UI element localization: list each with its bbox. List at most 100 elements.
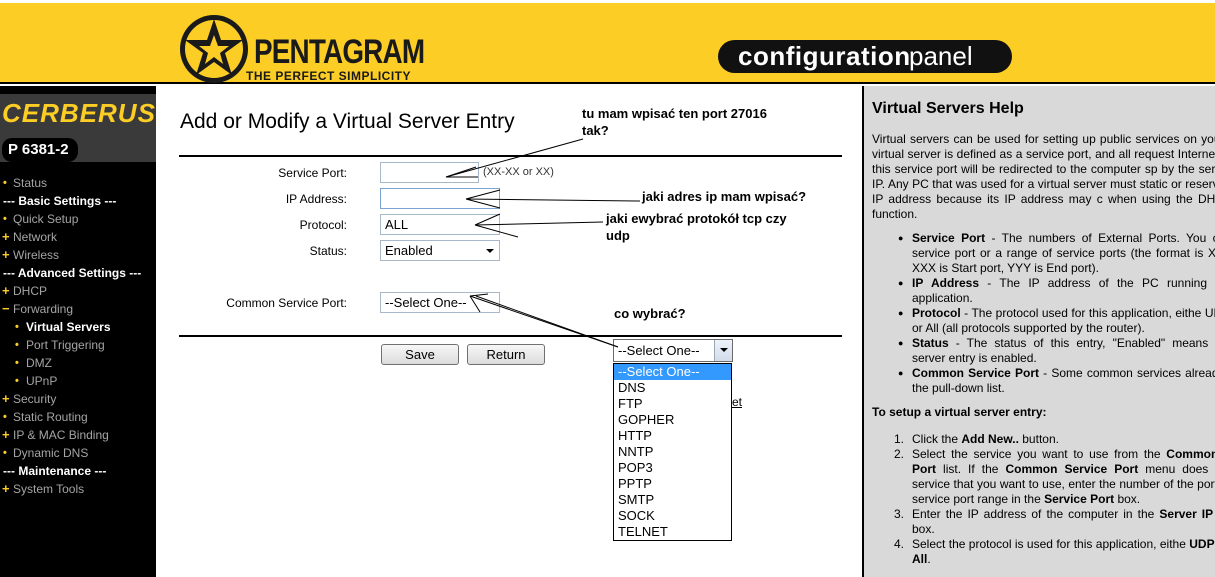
help-step-text: Select the service you want to use from … xyxy=(912,447,1215,506)
collapse-minus-icon: − xyxy=(2,301,10,316)
annotation-1: tu mam wpisać ten port 27016 tak? xyxy=(582,105,767,139)
expand-plus-icon: + xyxy=(2,481,10,496)
help-bullet: IP Address - The IP address of the PC ru… xyxy=(872,276,1215,306)
sidebar-item-network[interactable]: + Network xyxy=(0,228,156,246)
dropdown-option[interactable]: FTP xyxy=(614,396,731,412)
annotation-3-line2: udp xyxy=(606,228,630,243)
brand-name: PENTAGRAM xyxy=(254,33,425,71)
dropdown-option[interactable]: TELNET xyxy=(614,524,731,540)
save-button[interactable]: Save xyxy=(381,344,459,365)
annotation-4: co wybrać? xyxy=(614,306,686,321)
help-setup-title: To setup a virtual server entry: xyxy=(872,405,1215,420)
bullet-icon: • xyxy=(15,375,19,387)
dropdown-option[interactable]: HTTP xyxy=(614,428,731,444)
chevron-down-icon xyxy=(486,249,494,253)
service-dropdown-list: --Select One-- DNS FTP GOPHER HTTP NNTP POP3 PP… xyxy=(613,363,732,541)
protocol-select[interactable]: ALL xyxy=(380,214,500,235)
sidebar-menu: • Status --- Basic Settings --- • Quick Setu… xyxy=(0,174,156,498)
configuration-panel-badge: configuration panel xyxy=(718,40,1012,73)
divider-top xyxy=(179,155,842,157)
sidebar-item-ip-mac-binding[interactable]: + IP & MAC Binding xyxy=(0,426,156,444)
protocol-select-value: ALL xyxy=(385,217,409,232)
help-bullet-term: Service Port xyxy=(912,231,986,245)
dropdown-option[interactable]: GOPHER xyxy=(614,412,731,428)
device-brand-box: CERBERUS P 6381-2 xyxy=(0,94,156,162)
bullet-icon: • xyxy=(15,321,19,333)
sidebar-item-upnp[interactable]: • UPnP xyxy=(0,372,156,390)
sidebar-item-dynamic-dns[interactable]: • Dynamic DNS xyxy=(0,444,156,462)
help-step-number: 1. xyxy=(894,432,905,446)
sidebar-item-label: Quick Setup xyxy=(13,212,79,226)
sidebar-item-label: --- Basic Settings --- xyxy=(3,194,117,208)
main-content: Add or Modify a Virtual Server Entry Ser… xyxy=(156,86,862,577)
sidebar-item-virtual-servers[interactable]: • Virtual Servers xyxy=(0,318,156,336)
brand-tagline: THE PERFECT SIMPLICITY xyxy=(246,69,412,83)
dropdown-option[interactable]: DNS xyxy=(614,380,731,396)
sidebar-item-label: DMZ xyxy=(26,356,52,370)
sidebar-item-forwarding[interactable]: − Forwarding xyxy=(0,300,156,318)
bullet-icon: • xyxy=(15,357,19,369)
help-step: 4. Select the protocol is used for this a… xyxy=(872,537,1215,567)
annotation-1-line1: tu mam wpisać ten port 27016 xyxy=(582,106,767,121)
status-select[interactable]: Enabled xyxy=(380,240,500,261)
sidebar-item-label: Static Routing xyxy=(13,410,88,424)
expand-plus-icon: + xyxy=(2,247,10,262)
sidebar-item-port-triggering[interactable]: • Port Triggering xyxy=(0,336,156,354)
help-bullet-text: - The status of this entry, "Enabled" me… xyxy=(912,336,1215,365)
help-title: Virtual Servers Help xyxy=(872,100,1024,117)
sidebar-item-label: Security xyxy=(13,392,57,406)
service-dropdown[interactable]: --Select One-- xyxy=(613,339,733,362)
bullet-icon: • xyxy=(3,213,7,225)
sidebar-item-security[interactable]: + Security xyxy=(0,390,156,408)
sidebar-item-dmz[interactable]: • DMZ xyxy=(0,354,156,372)
annotation-3-line1: jaki ewybrać protokół tcp czy xyxy=(606,211,787,226)
help-bullet-term: Common Service Port xyxy=(912,366,1040,380)
sidebar-item-quick-setup[interactable]: • Quick Setup xyxy=(0,210,156,228)
help-bullet-list: Service Port - The numbers of External P… xyxy=(872,231,1215,396)
dropdown-option[interactable]: SOCK xyxy=(614,508,731,524)
dropdown-option[interactable]: NNTP xyxy=(614,444,731,460)
sidebar-item-system-tools[interactable]: + System Tools xyxy=(0,480,156,498)
chevron-down-icon[interactable] xyxy=(714,340,732,361)
sidebar-item-label: Dynamic DNS xyxy=(13,446,89,460)
ip-address-input[interactable] xyxy=(380,188,500,209)
status-select-value: Enabled xyxy=(385,243,433,258)
partially-hidden-link[interactable]: et xyxy=(732,395,742,409)
annotation-3: jaki ewybrać protokół tcp czy udp xyxy=(606,210,787,244)
page: PENTAGRAM THE PERFECT SIMPLICITY configu… xyxy=(0,0,1215,577)
help-bullet: Status - The status of this entry, "Enab… xyxy=(872,336,1215,366)
help-bullet: Protocol - The protocol used for this ap… xyxy=(872,306,1215,336)
bullet-icon: • xyxy=(3,177,7,189)
sidebar-item-label: System Tools xyxy=(13,482,85,496)
help-bullet: Common Service Port - Some common servic… xyxy=(872,366,1215,396)
help-step: 1. Click the Add New.. button. xyxy=(872,432,1215,447)
help-step-text: Select the protocol is used for this app… xyxy=(912,537,1215,566)
sidebar-item-static-routing[interactable]: • Static Routing xyxy=(0,408,156,426)
dropdown-option[interactable]: SMTP xyxy=(614,492,731,508)
sidebar-item-advanced-settings: --- Advanced Settings --- xyxy=(0,264,156,282)
help-body: Virtual servers can be used for setting … xyxy=(872,132,1215,567)
return-button[interactable]: Return xyxy=(467,344,545,365)
common-service-port-select[interactable]: --Select One-- xyxy=(380,292,500,313)
expand-plus-icon: + xyxy=(2,283,10,298)
dropdown-option[interactable]: POP3 xyxy=(614,460,731,476)
sidebar-item-wireless[interactable]: + Wireless xyxy=(0,246,156,264)
expand-plus-icon: + xyxy=(2,427,10,442)
service-port-label: Service Port: xyxy=(278,166,347,180)
expand-plus-icon: + xyxy=(2,229,10,244)
dropdown-option[interactable]: --Select One-- xyxy=(614,364,731,380)
dropdown-option[interactable]: PPTP xyxy=(614,476,731,492)
help-step: 2. Select the service you want to use fro… xyxy=(872,447,1215,507)
ip-address-label: IP Address: xyxy=(285,192,347,206)
bullet-icon: • xyxy=(15,339,19,351)
annotation-2: jaki adres ip mam wpisać? xyxy=(642,189,807,204)
sidebar-item-label: DHCP xyxy=(13,284,48,298)
header-banner: PENTAGRAM THE PERFECT SIMPLICITY configu… xyxy=(0,0,1215,84)
help-bullet-term: Protocol xyxy=(912,306,961,320)
sidebar-item-status[interactable]: • Status xyxy=(0,174,156,192)
service-port-input[interactable] xyxy=(380,162,479,183)
sidebar-item-label: Network xyxy=(13,230,58,244)
sidebar-item-maintenance: --- Maintenance --- xyxy=(0,462,156,480)
device-model: P 6381-2 xyxy=(2,138,78,162)
sidebar-item-dhcp[interactable]: + DHCP xyxy=(0,282,156,300)
